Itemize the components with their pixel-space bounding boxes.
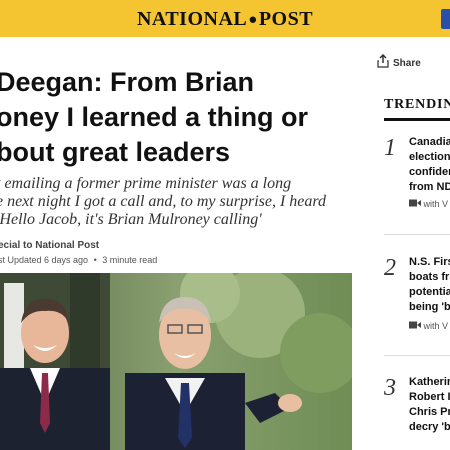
trending-line: decry 'b	[409, 421, 450, 433]
trending-line: potentia	[409, 286, 450, 298]
site-header: NATIONAL●POST	[0, 0, 450, 37]
trending-line: election	[409, 151, 450, 163]
trending-line: confider	[409, 166, 450, 178]
headline-line: bout great leaders	[0, 137, 231, 167]
site-logo[interactable]: NATIONAL●POST	[0, 8, 450, 31]
updated-time: st Updated 6 days ago	[0, 255, 89, 265]
trending-line: Chris Pr	[409, 406, 450, 418]
trending-line: Katherin	[409, 376, 450, 388]
read-time: 3 minute read	[102, 255, 158, 265]
share-button[interactable]: Share	[377, 53, 421, 71]
trending-headline[interactable]: Katherin Robert I Chris Pr decry 'b	[409, 375, 450, 435]
video-camera-icon	[409, 199, 424, 209]
article-byline[interactable]: ecial to National Post	[0, 240, 99, 251]
trending-video-tag: with V	[409, 321, 448, 331]
article-headline: Deegan: From Brian oney I learned a thin…	[0, 65, 336, 170]
logo-text-left: NATIONAL	[136, 8, 248, 30]
trending-title: TRENDIN	[384, 97, 450, 112]
share-icon	[377, 53, 389, 71]
video-label: with V	[423, 321, 449, 331]
share-label: Share	[393, 58, 421, 69]
trending-video-tag: with V	[409, 199, 448, 209]
trending-divider	[384, 355, 450, 356]
meta-separator: •	[93, 255, 97, 265]
trending-headline[interactable]: Canadia election confider from ND	[409, 135, 450, 195]
page-main: Deegan: From Brian oney I learned a thin…	[0, 37, 450, 450]
logo-mark: ●	[248, 12, 258, 28]
trending-line: from ND	[409, 181, 450, 193]
trending-line: Canadia	[409, 136, 450, 148]
video-label: with V	[423, 199, 449, 209]
subhead-line: t emailing a former prime minister was a…	[0, 175, 292, 192]
logo-text-right: POST	[258, 8, 314, 30]
trending-line: boats fr	[409, 271, 450, 283]
subhead-line: 'Hello Jacob, it's Brian Mulroney callin…	[0, 211, 262, 228]
headline-line: oney I learned a thing or	[0, 102, 309, 132]
trending-line: being 'b	[409, 301, 450, 313]
article-photo[interactable]	[0, 273, 352, 450]
trending-line: Robert I	[409, 391, 450, 403]
trending-number: 3	[384, 375, 396, 401]
headline-line: Deegan: From Brian	[0, 67, 255, 97]
trending-number: 2	[384, 255, 396, 281]
trending-line: N.S. Firs	[409, 256, 450, 268]
video-camera-icon	[409, 321, 424, 331]
article-subhead: t emailing a former prime minister was a…	[0, 175, 356, 229]
header-button[interactable]	[441, 9, 450, 29]
article-meta: st Updated 6 days ago • 3 minute read	[0, 255, 160, 265]
trending-divider	[384, 234, 450, 235]
trending-rule	[384, 118, 450, 121]
trending-headline[interactable]: N.S. Firs boats fr potentia being 'b	[409, 255, 450, 315]
subhead-line: e next night I got a call and, to my sur…	[0, 193, 327, 210]
trending-number: 1	[384, 135, 396, 161]
